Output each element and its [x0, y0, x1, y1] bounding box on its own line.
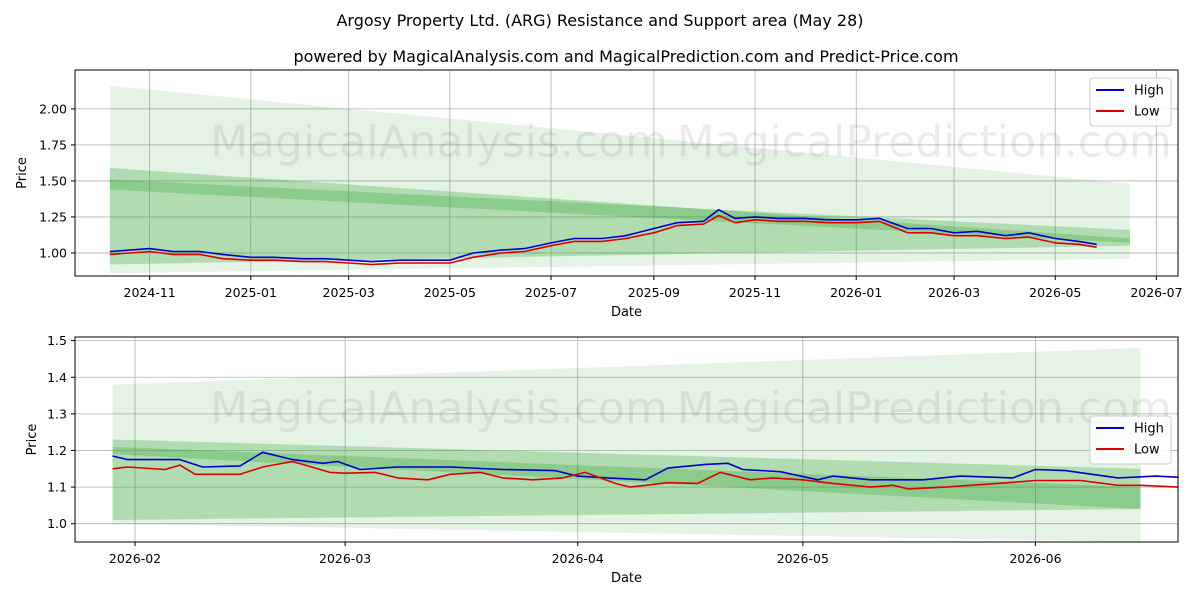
x-tick-label: 2026-07: [1130, 285, 1182, 300]
x-tick-label: 2025-05: [424, 285, 476, 300]
y-tick-label: 2.00: [39, 101, 67, 116]
chart-canvas: Argosy Property Ltd. (ARG) Resistance an…: [0, 0, 1200, 600]
y-axis-label: Price: [15, 157, 30, 189]
x-tick-label: 2025-11: [729, 285, 781, 300]
legend: High Low: [1090, 416, 1171, 464]
y-tick-label: 1.50: [39, 173, 67, 188]
y-tick-label: 1.3: [47, 406, 67, 421]
x-tick-label: 2026-01: [830, 285, 882, 300]
watermark-text: MagicalAnalysis.com: [210, 383, 668, 434]
x-tick-label: 2026-03: [928, 285, 980, 300]
x-axis-label: Date: [611, 305, 642, 320]
x-tick-label: 2026-02: [109, 551, 161, 566]
x-tick-label: 2025-03: [323, 285, 375, 300]
legend-label-low: Low: [1134, 105, 1160, 120]
x-tick-label: 2026-03: [319, 551, 371, 566]
legend-label-low: Low: [1134, 443, 1160, 458]
y-tick-label: 1.75: [39, 137, 67, 152]
y-tick-label: 1.5: [47, 333, 67, 348]
x-tick-label: 2025-09: [628, 285, 680, 300]
legend-label-high: High: [1134, 84, 1164, 99]
chart-figure: Argosy Property Ltd. (ARG) Resistance an…: [0, 0, 1200, 600]
y-axis-label: Price: [25, 424, 40, 456]
x-tick-label: 2025-01: [225, 285, 277, 300]
x-tick-label: 2026-05: [777, 551, 829, 566]
x-tick-label: 2026-05: [1029, 285, 1081, 300]
y-tick-label: 1.25: [39, 209, 67, 224]
chart-subtitle: powered by MagicalAnalysis.com and Magic…: [293, 47, 958, 66]
y-tick-label: 1.2: [47, 443, 67, 458]
watermark-text: MagicalAnalysis.com: [210, 117, 668, 168]
x-tick-label: 2025-07: [525, 285, 577, 300]
legend: High Low: [1090, 78, 1171, 126]
x-tick-label: 2024-11: [124, 285, 176, 300]
x-axis-label: Date: [611, 571, 642, 586]
chart-panel-1: MagicalAnalysis.comMagicalPrediction.com…: [15, 70, 1183, 320]
y-tick-label: 1.1: [47, 480, 67, 495]
chart-title: Argosy Property Ltd. (ARG) Resistance an…: [336, 11, 863, 30]
legend-label-high: High: [1134, 422, 1164, 437]
y-tick-label: 1.4: [47, 370, 67, 385]
y-tick-label: 1.0: [47, 516, 67, 531]
x-tick-label: 2026-04: [552, 551, 604, 566]
y-tick-label: 1.00: [39, 245, 67, 260]
x-tick-label: 2026-06: [1009, 551, 1061, 566]
band-group: [110, 86, 1130, 273]
chart-panel-2: MagicalAnalysis.comMagicalPrediction.com…: [25, 333, 1200, 586]
